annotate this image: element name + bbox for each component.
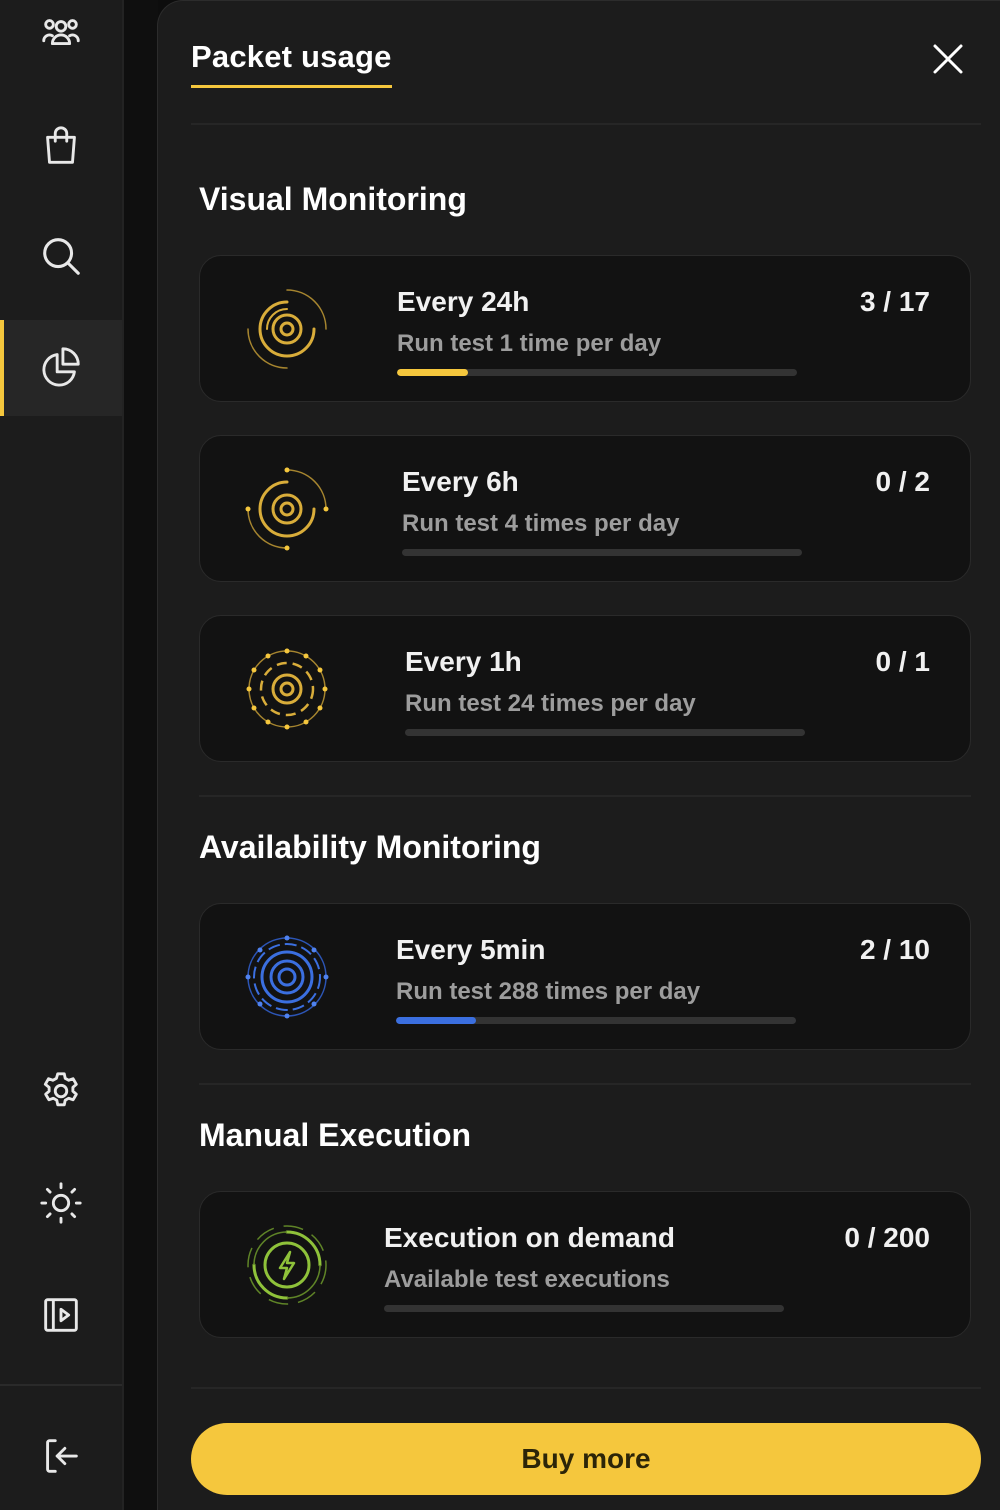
logout-icon	[46, 1439, 78, 1473]
card-subtitle: Available test executions	[384, 1266, 670, 1293]
usage-card-every-6h: Every 6h Run test 4 times per day 0 / 2	[199, 435, 971, 582]
panel-title: Packet usage	[191, 39, 392, 88]
shopping-bag-icon	[46, 126, 76, 164]
divider	[191, 1387, 981, 1389]
sun-icon	[40, 1182, 82, 1224]
usage-progress-fill	[396, 1017, 476, 1024]
team-icon	[42, 19, 80, 46]
nav-toggle-sidebar[interactable]	[0, 1267, 122, 1363]
section-title-visual: Visual Monitoring	[199, 181, 467, 217]
nav-theme[interactable]	[0, 1155, 122, 1251]
usage-progress-bar	[405, 729, 805, 736]
buy-more-button[interactable]: Buy more	[191, 1423, 981, 1495]
target-6h-icon	[245, 467, 329, 551]
nav-search[interactable]	[0, 208, 122, 304]
usage-progress-fill	[397, 369, 468, 376]
divider	[191, 123, 981, 125]
close-button[interactable]	[928, 39, 968, 79]
lightning-icon	[247, 1225, 327, 1305]
target-1h-icon	[246, 648, 328, 730]
close-icon	[933, 44, 963, 74]
card-subtitle: Run test 4 times per day	[402, 510, 680, 537]
usage-card-every-1h: Every 1h Run test 24 times per day 0 / 1	[199, 615, 971, 762]
card-title: Execution on demand	[384, 1222, 675, 1253]
divider	[199, 795, 971, 797]
packet-usage-panel: Packet usage Visual Monitoring Every 24h…	[157, 0, 1000, 1510]
pie-chart-icon	[42, 347, 80, 387]
section-title-availability: Availability Monitoring	[199, 829, 541, 865]
gear-icon	[43, 1072, 78, 1107]
target-5min-icon	[245, 935, 329, 1019]
card-subtitle: Run test 1 time per day	[397, 330, 662, 357]
usage-count: 0 / 1	[875, 646, 930, 677]
nav-team[interactable]	[0, 0, 122, 82]
target-24h-icon	[247, 289, 327, 369]
usage-count: 0 / 2	[875, 466, 930, 497]
backdrop-gap	[124, 0, 158, 1510]
divider	[199, 1083, 971, 1085]
usage-card-every-5min: Every 5min Run test 288 times per day 2 …	[199, 903, 971, 1050]
nav-shop[interactable]	[0, 97, 122, 193]
usage-progress-bar	[384, 1305, 784, 1312]
search-icon	[43, 238, 80, 275]
usage-card-every-24h: Every 24h Run test 1 time per day 3 / 17	[199, 255, 971, 402]
sidebar-divider	[0, 1384, 122, 1386]
nav-logout[interactable]	[0, 1408, 122, 1504]
card-subtitle: Run test 288 times per day	[396, 978, 701, 1005]
card-title: Every 24h	[397, 286, 530, 317]
usage-count: 2 / 10	[859, 934, 930, 965]
card-title: Every 6h	[402, 466, 519, 497]
usage-progress-bar	[397, 369, 797, 376]
usage-progress-bar	[402, 549, 802, 556]
usage-count: 3 / 17	[859, 286, 930, 317]
usage-count: 0 / 200	[844, 1222, 930, 1253]
usage-card-execution-on-demand: Execution on demand Available test execu…	[199, 1191, 971, 1338]
usage-progress-bar	[396, 1017, 796, 1024]
section-title-manual: Manual Execution	[199, 1117, 472, 1153]
sidebar	[0, 0, 124, 1510]
nav-settings[interactable]	[0, 1043, 122, 1139]
card-subtitle: Run test 24 times per day	[405, 690, 696, 717]
sidebar-toggle-icon	[44, 1298, 78, 1332]
nav-usage[interactable]	[0, 320, 122, 416]
card-title: Every 5min	[396, 934, 546, 965]
card-title: Every 1h	[405, 646, 522, 677]
